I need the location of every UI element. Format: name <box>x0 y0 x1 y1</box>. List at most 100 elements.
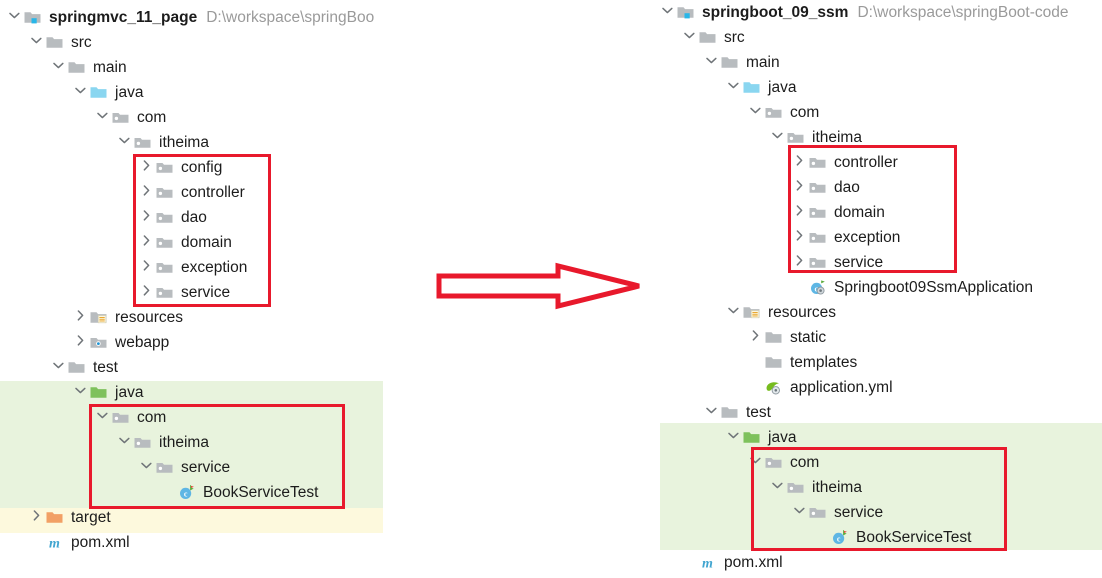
maven-icon: m <box>45 530 65 555</box>
tree-item-label: main <box>93 59 127 76</box>
maven-icon: m <box>698 550 718 575</box>
tree-item-label: java <box>115 84 144 101</box>
tree-row-springboot09ssmapplication[interactable]: c Springboot09SsmApplication <box>791 275 1033 300</box>
tree-item-label: test <box>746 404 771 421</box>
tree-item-label: resources <box>768 304 837 321</box>
tree-row-java-main[interactable]: java <box>72 80 143 105</box>
chevron-down-icon[interactable] <box>659 0 676 25</box>
transition-arrow <box>436 262 642 310</box>
highlight-box-right-main-packages <box>788 145 957 273</box>
chevron-down-icon[interactable] <box>703 400 720 425</box>
tree-row-pom-xml[interactable]: m pom.xml <box>28 530 130 555</box>
chevron-down-icon[interactable] <box>703 50 720 75</box>
resources-folder-icon <box>742 300 762 325</box>
folder-blue-icon <box>89 80 109 105</box>
comparison-canvas: springmvc_11_page D:\workspace\springBoo s… <box>0 0 1102 578</box>
chevron-right-icon[interactable] <box>747 325 764 350</box>
tree-row-java-test[interactable]: java <box>72 380 143 405</box>
chevron-down-icon[interactable] <box>681 25 698 50</box>
highlight-box-right-test-packages <box>751 447 1007 551</box>
tree-row-static[interactable]: static <box>747 325 826 350</box>
tree-row-resources[interactable]: resources <box>725 300 836 325</box>
chevron-down-icon[interactable] <box>50 355 67 380</box>
tree-row-src[interactable]: src <box>28 30 92 55</box>
tree-item-label: pom.xml <box>71 534 130 551</box>
folder-grey-icon <box>764 325 784 350</box>
folder-blue-icon <box>742 75 762 100</box>
chevron-down-icon[interactable] <box>94 105 111 130</box>
chevron-right-icon[interactable] <box>72 305 89 330</box>
tree-item-label: src <box>71 34 92 51</box>
tree-item-label: resources <box>115 309 184 326</box>
tree-item-label: springboot_09_ssm <box>702 4 849 21</box>
tree-row-test[interactable]: test <box>50 355 118 380</box>
tree-item-label: Springboot09SsmApplication <box>834 279 1034 296</box>
package-icon <box>133 130 153 155</box>
tree-item-label: com <box>790 104 820 121</box>
spring-yml-icon <box>764 375 784 400</box>
highlight-box-left-test-packages <box>89 404 345 509</box>
tree-row-main[interactable]: main <box>703 50 780 75</box>
tree-item-label: pom.xml <box>724 554 783 571</box>
chevron-down-icon[interactable] <box>50 55 67 80</box>
tree-row-webapp[interactable]: webapp <box>72 330 169 355</box>
tree-row-templates[interactable]: templates <box>747 350 857 375</box>
tree-item-label: springmvc_11_page <box>49 9 198 26</box>
svg-text:m: m <box>702 556 713 571</box>
folder-grey-icon <box>764 350 784 375</box>
spring-class-icon: c <box>808 275 828 300</box>
chevron-down-icon[interactable] <box>725 300 742 325</box>
chevron-down-icon[interactable] <box>116 130 133 155</box>
chevron-down-icon[interactable] <box>28 30 45 55</box>
tree-row-springmvc-11-page[interactable]: springmvc_11_page D:\workspace\springBoo <box>6 5 374 30</box>
tree-item-label: static <box>790 329 827 346</box>
chevron-down-icon[interactable] <box>6 5 23 30</box>
folder-grey-icon <box>698 25 718 50</box>
tree-row-pom-xml[interactable]: m pom.xml <box>681 550 783 575</box>
chevron-down-icon[interactable] <box>72 80 89 105</box>
tree-row-test[interactable]: test <box>703 400 771 425</box>
chevron-down-icon[interactable] <box>725 75 742 100</box>
tree-item-label: src <box>724 29 745 46</box>
tree-item-label: java <box>115 384 144 401</box>
folder-grey-icon <box>720 400 740 425</box>
folder-green-icon <box>89 380 109 405</box>
folder-grey-icon <box>45 30 65 55</box>
chevron-right-icon[interactable] <box>28 505 45 530</box>
tree-item-label: test <box>93 359 118 376</box>
tree-row-java-main[interactable]: java <box>725 75 796 100</box>
module-folder-icon <box>23 5 43 30</box>
tree-row-resources[interactable]: resources <box>72 305 183 330</box>
folder-grey-icon <box>67 55 87 80</box>
tree-row-src[interactable]: src <box>681 25 745 50</box>
chevron-down-icon[interactable] <box>747 100 764 125</box>
tree-row-application-yml[interactable]: application.yml <box>747 375 893 400</box>
webapp-folder-icon <box>89 330 109 355</box>
chevron-down-icon[interactable] <box>725 425 742 450</box>
tree-row-itheima-main[interactable]: itheima <box>116 130 209 155</box>
folder-orange-icon <box>45 505 65 530</box>
chevron-down-icon[interactable] <box>72 380 89 405</box>
highlight-box-left-main-packages <box>133 154 271 307</box>
tree-item-label: java <box>768 79 797 96</box>
tree-row-com-main[interactable]: com <box>747 100 819 125</box>
svg-text:m: m <box>49 536 60 551</box>
tree-row-main[interactable]: main <box>50 55 127 80</box>
tree-item-label: com <box>137 109 167 126</box>
project-path-label: D:\workspace\springBoo <box>206 9 375 26</box>
resources-folder-icon <box>89 305 109 330</box>
project-path-label: D:\workspace\springBoot-code <box>857 4 1069 21</box>
package-icon <box>111 105 131 130</box>
tree-item-label: webapp <box>115 334 170 351</box>
tree-row-com-main[interactable]: com <box>94 105 166 130</box>
chevron-down-icon[interactable] <box>769 125 786 150</box>
tree-row-springboot-09-ssm[interactable]: springboot_09_ssm D:\workspace\springBoot… <box>659 0 1069 25</box>
tree-item-label: templates <box>790 354 858 371</box>
package-icon <box>764 100 784 125</box>
chevron-right-icon[interactable] <box>72 330 89 355</box>
